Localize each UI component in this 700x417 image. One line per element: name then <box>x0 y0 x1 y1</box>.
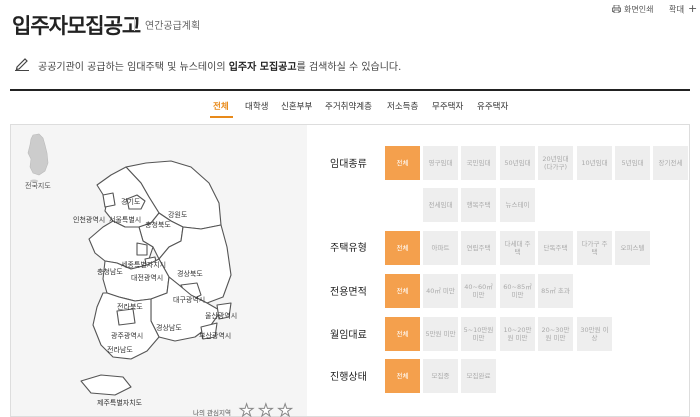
rental-type-option[interactable]: 뉴스테이 <box>500 188 535 222</box>
zoom-label: 확대 <box>669 5 684 14</box>
favorite-star-icon[interactable]: ★ <box>277 402 293 417</box>
rental-type-label: 임대종류 <box>330 159 367 170</box>
header: 입주자모집공고 연간공급계획 화면인쇄 확대 + <box>0 0 700 48</box>
region-sejong[interactable]: 세종특별자치시 <box>121 260 166 270</box>
region-shape-sejong <box>136 242 148 256</box>
rental-type-option[interactable]: 50년임대 <box>500 146 535 180</box>
print-button[interactable]: 화면인쇄 <box>612 4 653 15</box>
monthly-rent-option[interactable]: 전체 <box>385 317 420 351</box>
housing-type-label: 주택유형 <box>330 243 367 254</box>
intro-text: 공공기관이 공급하는 임대주택 및 뉴스테이의 입주자 모집공고를 검색하실 수… <box>38 58 401 73</box>
tab-homeless[interactable]: 무주택자 <box>432 100 463 112</box>
favorite-regions: 나의 관심지역 ★ ★ ★ <box>193 402 293 417</box>
housing-type-option[interactable]: 다가구 주택 <box>577 231 612 265</box>
area-option[interactable]: 40㎡ 미만 <box>423 274 458 308</box>
tab-all[interactable]: 전체 <box>213 100 229 112</box>
region-gangwon[interactable]: 강원도 <box>168 210 187 220</box>
tab-homeowner[interactable]: 유주택자 <box>477 100 508 112</box>
category-tabs: 전체 대학생 신혼부부 주거취약계층 저소득층 무주택자 유주택자 <box>0 100 700 118</box>
nationwide-map-label[interactable]: 전국지도 <box>25 181 51 191</box>
monthly-rent-option[interactable]: 20~30만원 미만 <box>538 317 573 351</box>
housing-type-option[interactable]: 다세대 주택 <box>500 231 535 265</box>
tabs-top-border <box>10 89 690 91</box>
rental-type-option[interactable]: 전세임대 <box>423 188 458 222</box>
rental-type-option[interactable]: 행복주택 <box>461 188 496 222</box>
region-jeju[interactable]: 제주특별자치도 <box>97 398 142 408</box>
region-gyeonggi[interactable]: 경기도 <box>121 197 140 207</box>
print-icon <box>612 4 621 15</box>
region-daejeon[interactable]: 대전광역시 <box>131 273 163 283</box>
pencil-icon <box>14 55 30 75</box>
area-option[interactable]: 40~60㎡ 미만 <box>461 274 496 308</box>
housing-type-option[interactable]: 단독주택 <box>538 231 573 265</box>
favorite-star-icon[interactable]: ★ <box>238 402 254 417</box>
util-divider <box>683 5 684 14</box>
intro-text-after: 를 검색하실 수 있습니다. <box>296 61 402 73</box>
annual-supply-plan-link[interactable]: 연간공급계획 <box>145 17 200 32</box>
area-label: 전용면적 <box>330 287 367 298</box>
print-label: 화면인쇄 <box>624 5 654 14</box>
area-option[interactable]: 전체 <box>385 274 420 308</box>
rental-type-option[interactable]: 10년임대 <box>577 146 612 180</box>
favorite-regions-label: 나의 관심지역 <box>193 408 231 417</box>
intro-text-before: 공공기관이 공급하는 임대주택 및 뉴스테이의 <box>38 61 226 73</box>
tab-newlyweds[interactable]: 신혼부부 <box>281 100 312 112</box>
status-option[interactable]: 전체 <box>385 359 420 393</box>
nationwide-map-icon[interactable] <box>25 133 51 185</box>
region-shape-incheon <box>102 192 116 208</box>
tab-low-income[interactable]: 저소득층 <box>387 100 418 112</box>
intro: 공공기관이 공급하는 임대주택 및 뉴스테이의 입주자 모집공고를 검색하실 수… <box>14 55 401 75</box>
rental-type-option[interactable]: 20년임대 (다가구) <box>538 146 573 180</box>
tab-university-student[interactable]: 대학생 <box>245 100 268 112</box>
area-option[interactable]: 85㎡ 초과 <box>538 274 573 308</box>
monthly-rent-option[interactable]: 10~20만원 미만 <box>500 317 535 351</box>
page-title: 입주자모집공고 <box>12 14 141 38</box>
zoom-plus-icon[interactable]: + <box>688 2 697 15</box>
region-seoul[interactable]: 서울특별시 <box>109 215 141 225</box>
rental-type-option[interactable]: 장기전세 <box>653 146 688 180</box>
region-busan[interactable]: 부산광역시 <box>199 331 231 341</box>
region-incheon[interactable]: 인천광역시 <box>73 215 105 225</box>
region-jeonbuk[interactable]: 전라북도 <box>117 302 143 312</box>
favorite-star-icon[interactable]: ★ <box>258 402 274 417</box>
region-chungbuk[interactable]: 충청북도 <box>145 220 171 230</box>
rental-type-option[interactable]: 5년임대 <box>615 146 650 180</box>
monthly-rent-option[interactable]: 30만원 이상 <box>577 317 612 351</box>
zoom-in-button[interactable]: 확대 <box>669 4 684 15</box>
region-gyeongbuk[interactable]: 경상북도 <box>177 269 203 279</box>
rental-type-option[interactable]: 국민임대 <box>461 146 496 180</box>
monthly-rent-option[interactable]: 5만원 미만 <box>423 317 458 351</box>
region-jeonnam[interactable]: 전라남도 <box>107 345 133 355</box>
monthly-rent-option[interactable]: 5~10만원 미만 <box>461 317 496 351</box>
housing-type-option[interactable]: 연립주택 <box>461 231 496 265</box>
status-label: 진행상태 <box>330 372 367 383</box>
tab-housing-vulnerable[interactable]: 주거취약계층 <box>325 100 372 112</box>
status-option[interactable]: 모집완료 <box>461 359 496 393</box>
status-option[interactable]: 모집중 <box>423 359 458 393</box>
active-tab-indicator <box>210 116 233 118</box>
region-shape-jeju <box>80 374 132 396</box>
housing-type-option[interactable]: 전체 <box>385 231 420 265</box>
area-option[interactable]: 60~85㎡ 미만 <box>500 274 535 308</box>
housing-type-option[interactable]: 오피스텔 <box>615 231 650 265</box>
rental-type-option[interactable]: 전체 <box>385 146 420 180</box>
intro-text-bold: 입주자 모집공고 <box>228 61 297 73</box>
region-daegu[interactable]: 대구광역시 <box>173 295 205 305</box>
region-gyeongnam[interactable]: 경상남도 <box>156 323 182 333</box>
region-chungnam[interactable]: 충청남도 <box>97 267 123 277</box>
region-ulsan[interactable]: 울산광역시 <box>205 311 237 321</box>
region-map-area: 전국지도 경기도 서울특별시 인천광역시 강원도 충청북도 세종특별자치시 충청… <box>11 125 307 417</box>
region-gwangju[interactable]: 광주광역시 <box>111 331 143 341</box>
title-divider <box>134 17 135 31</box>
housing-type-option[interactable]: 아파트 <box>423 231 458 265</box>
monthly-rent-label: 월임대료 <box>330 330 367 341</box>
rental-type-option[interactable]: 영구임대 <box>423 146 458 180</box>
